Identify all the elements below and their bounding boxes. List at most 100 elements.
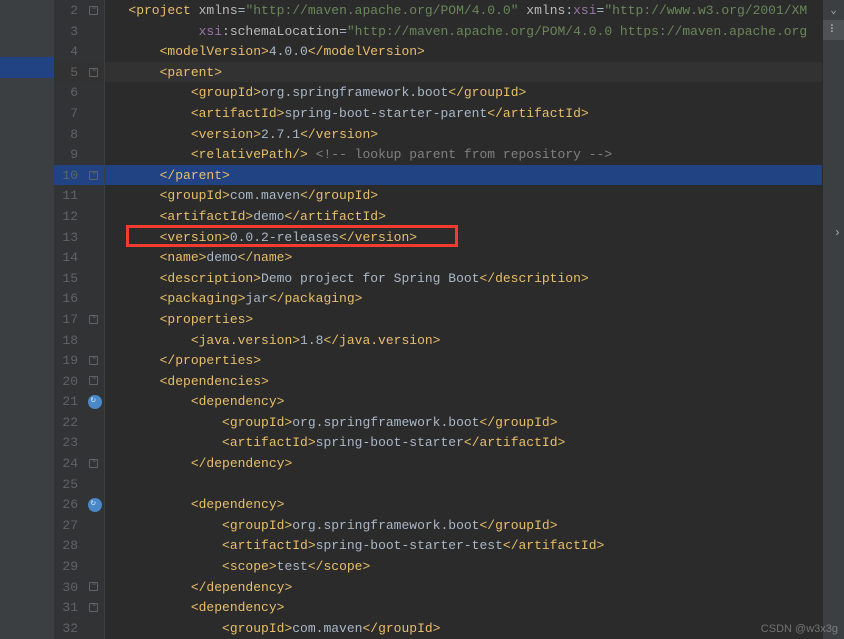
fold-gutter-cell[interactable] xyxy=(82,124,104,145)
line-number: 26 xyxy=(54,494,82,515)
fold-gutter-cell[interactable] xyxy=(82,453,104,474)
fold-gutter-cell[interactable] xyxy=(82,494,104,515)
fold-gutter-cell[interactable] xyxy=(82,515,104,536)
code-line[interactable]: </properties> xyxy=(105,350,844,371)
code-line[interactable]: <dependencies> xyxy=(105,371,844,392)
code-line[interactable]: <name>demo</name> xyxy=(105,247,844,268)
fold-gutter-cell[interactable] xyxy=(82,227,104,248)
fold-gutter-cell[interactable] xyxy=(82,535,104,556)
code-line[interactable]: <groupId>org.springframework.boot</group… xyxy=(105,412,844,433)
code-line[interactable]: <parent> xyxy=(105,62,844,83)
fold-gutter-cell[interactable] xyxy=(82,330,104,351)
code-line[interactable]: <project xmlns="http://maven.apache.org/… xyxy=(105,0,844,21)
code-line[interactable]: <modelVersion>4.0.0</modelVersion> xyxy=(105,41,844,62)
fold-gutter-cell[interactable] xyxy=(82,474,104,495)
fold-gutter-cell[interactable] xyxy=(82,350,104,371)
fold-gutter-cell[interactable] xyxy=(82,577,104,598)
code-line[interactable] xyxy=(105,474,844,495)
line-number: 30 xyxy=(54,577,82,598)
line-number: 11 xyxy=(54,185,82,206)
fold-gutter-cell[interactable] xyxy=(82,391,104,412)
line-number: 13 xyxy=(54,227,82,248)
code-area[interactable]: <project xmlns="http://maven.apache.org/… xyxy=(105,0,844,639)
fold-gutter-cell[interactable] xyxy=(82,185,104,206)
fold-toggle-icon[interactable] xyxy=(89,356,98,365)
chevron-down-icon[interactable]: ⌄ xyxy=(823,0,844,20)
code-line[interactable]: <artifactId>demo</artifactId> xyxy=(105,206,844,227)
code-line[interactable]: <dependency> xyxy=(105,391,844,412)
fold-gutter-cell[interactable] xyxy=(82,268,104,289)
code-line[interactable]: <version>2.7.1</version> xyxy=(105,124,844,145)
code-line[interactable]: <groupId>com.maven</groupId> xyxy=(105,618,844,639)
dependency-gutter-icon[interactable] xyxy=(88,395,102,409)
fold-gutter-cell[interactable] xyxy=(82,556,104,577)
fold-gutter-cell[interactable] xyxy=(82,41,104,62)
code-line[interactable]: <properties> xyxy=(105,309,844,330)
fold-gutter-cell[interactable] xyxy=(82,165,104,186)
line-number: 12 xyxy=(54,206,82,227)
line-number: 10 xyxy=(54,165,82,186)
fold-gutter-cell[interactable] xyxy=(82,371,104,392)
code-line[interactable]: <description>Demo project for Spring Boo… xyxy=(105,268,844,289)
line-number: 18 xyxy=(54,330,82,351)
code-line[interactable]: </dependency> xyxy=(105,453,844,474)
code-line[interactable]: <groupId>org.springframework.boot</group… xyxy=(105,515,844,536)
fold-toggle-icon[interactable] xyxy=(89,582,98,591)
line-number: 3 xyxy=(54,21,82,42)
code-line[interactable]: <dependency> xyxy=(105,597,844,618)
line-number: 27 xyxy=(54,515,82,536)
fold-gutter-cell[interactable] xyxy=(82,21,104,42)
line-number: 25 xyxy=(54,474,82,495)
fold-toggle-icon[interactable] xyxy=(89,68,98,77)
code-line[interactable]: <dependency> xyxy=(105,494,844,515)
line-number: 17 xyxy=(54,309,82,330)
line-number: 4 xyxy=(54,41,82,62)
code-line[interactable]: <artifactId>spring-boot-starter-parent</… xyxy=(105,103,844,124)
fold-toggle-icon[interactable] xyxy=(89,603,98,612)
dependency-gutter-icon[interactable] xyxy=(88,498,102,512)
line-number: 29 xyxy=(54,556,82,577)
fold-column[interactable] xyxy=(82,0,104,639)
fold-gutter-cell[interactable] xyxy=(82,597,104,618)
fold-gutter-cell[interactable] xyxy=(82,412,104,433)
fold-gutter-cell[interactable] xyxy=(82,103,104,124)
fold-toggle-icon[interactable] xyxy=(89,315,98,324)
left-margin xyxy=(0,0,54,639)
code-line[interactable]: xsi:schemaLocation="http://maven.apache.… xyxy=(105,21,844,42)
line-number: 32 xyxy=(54,618,82,639)
code-line[interactable]: <artifactId>spring-boot-starter</artifac… xyxy=(105,432,844,453)
fold-toggle-icon[interactable] xyxy=(89,376,98,385)
more-icon[interactable]: ⠇ xyxy=(823,20,844,40)
fold-gutter-cell[interactable] xyxy=(82,288,104,309)
fold-gutter-cell[interactable] xyxy=(82,206,104,227)
code-line[interactable]: </dependency> xyxy=(105,577,844,598)
line-number: 24 xyxy=(54,453,82,474)
fold-gutter-cell[interactable] xyxy=(82,432,104,453)
code-line[interactable]: <scope>test</scope> xyxy=(105,556,844,577)
fold-gutter-cell[interactable] xyxy=(82,62,104,83)
line-number: 22 xyxy=(54,412,82,433)
fold-toggle-icon[interactable] xyxy=(89,6,98,15)
fold-gutter-cell[interactable] xyxy=(82,0,104,21)
chevron-right-icon[interactable]: › xyxy=(834,226,841,240)
line-number: 7 xyxy=(54,103,82,124)
code-line[interactable]: <groupId>org.springframework.boot</group… xyxy=(105,82,844,103)
fold-gutter-cell[interactable] xyxy=(82,247,104,268)
code-line[interactable]: <java.version>1.8</java.version> xyxy=(105,330,844,351)
line-number: 31 xyxy=(54,597,82,618)
fold-gutter-cell[interactable] xyxy=(82,144,104,165)
fold-gutter-cell[interactable] xyxy=(82,309,104,330)
line-number: 16 xyxy=(54,288,82,309)
line-number: 8 xyxy=(54,124,82,145)
fold-toggle-icon[interactable] xyxy=(89,171,98,180)
code-line[interactable]: <version>0.0.2-releases</version> xyxy=(105,227,844,248)
fold-gutter-cell[interactable] xyxy=(82,618,104,639)
code-line[interactable]: <groupId>com.maven</groupId> xyxy=(105,185,844,206)
code-line[interactable]: <artifactId>spring-boot-starter-test</ar… xyxy=(105,535,844,556)
fold-toggle-icon[interactable] xyxy=(89,459,98,468)
fold-gutter-cell[interactable] xyxy=(82,82,104,103)
code-line[interactable]: <relativePath/> <!-- lookup parent from … xyxy=(105,144,844,165)
code-line[interactable]: <packaging>jar</packaging> xyxy=(105,288,844,309)
code-line[interactable]: </parent> xyxy=(105,165,844,186)
line-number: 21 xyxy=(54,391,82,412)
